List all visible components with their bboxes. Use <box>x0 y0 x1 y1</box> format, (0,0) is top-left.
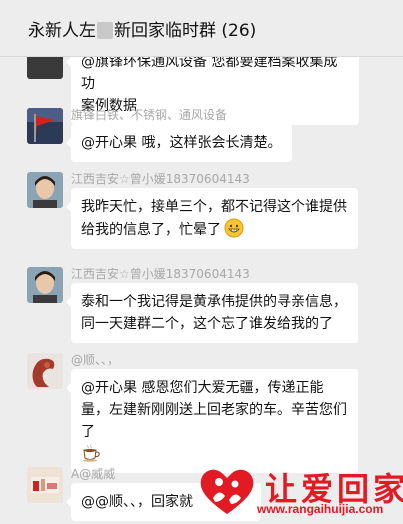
message-bubble[interactable]: 泰和一个我记得是黄承伟提供的寻亲信息，同一天建群二个，这个忘了谁发给我的了 <box>66 283 358 343</box>
title-suffix: 新回家临时群 (26) <box>114 21 257 41</box>
message-bubble[interactable]: @开心果 哦，这样张会长清楚。 <box>66 124 292 162</box>
message-list[interactable]: @旗锋环保通风设备 您都要建档案收集成功 案例数据 旗锋白铁、不锈钢、通风设备 … <box>0 57 403 524</box>
message-bubble[interactable]: @开心果 感恩您们大爱无疆，传递正能量，左建新刚刚送上回老家的车。辛苦您们了 <box>66 369 358 473</box>
watermark-url: www.rangaihuijia.com <box>257 502 384 516</box>
sender-name: 旗锋白铁、不锈钢、通风设备 <box>71 108 228 122</box>
message-text: 泰和一个我记得是黄承伟提供的寻亲信息，同一天建群二个，这个忘了谁发给我的了 <box>81 294 347 332</box>
avatar[interactable] <box>27 353 63 389</box>
blurred-name-mask <box>97 22 113 39</box>
grin-emoji-icon <box>224 218 244 238</box>
avatar-image <box>27 467 63 503</box>
message-line: @旗锋环保通风设备 您都要建档案收集成功 <box>81 57 338 92</box>
avatar-image <box>27 108 63 144</box>
coffee-emoji-icon <box>83 444 100 462</box>
message-item: 江西吉安☆曾小媛18370604143 我昨天忙，接单三个，都不记得这个谁提供给… <box>0 170 403 260</box>
title-prefix: 永新人左 <box>28 21 96 41</box>
avatar[interactable] <box>27 267 63 303</box>
message-item: @顺、、， @开心果 感恩您们大爱无疆，传递正能量，左建新刚刚送上回老家的车。辛… <box>0 351 403 473</box>
message-text: @开心果 哦，这样张会长清楚。 <box>81 135 282 151</box>
sender-name: 江西吉安☆曾小媛18370604143 <box>71 172 250 186</box>
avatar-image <box>27 353 63 389</box>
message-text: @@顺、、，回家就 <box>81 494 193 510</box>
avatar-image <box>27 172 63 208</box>
message-text: 我昨天忙，接单三个，都不记得这个谁提供给我的信息了，忙晕了 <box>81 199 347 238</box>
watermark: 让爱回家 www.rangaihuijia.com <box>195 462 403 518</box>
avatar[interactable] <box>27 57 63 79</box>
chat-title: 永新人左 新回家临时群 (26) <box>28 16 256 41</box>
avatar-image <box>27 267 63 303</box>
avatar[interactable] <box>27 172 63 208</box>
chat-header: 永新人左 新回家临时群 (26) <box>0 0 403 57</box>
message-item: @旗锋环保通风设备 您都要建档案收集成功 案例数据 <box>0 57 403 125</box>
sender-name: A@威威 <box>71 467 116 481</box>
avatar[interactable] <box>27 108 63 144</box>
message-item: 旗锋白铁、不锈钢、通风设备 @开心果 哦，这样张会长清楚。 <box>0 106 403 166</box>
message-item: 江西吉安☆曾小媛18370604143 泰和一个我记得是黄承伟提供的寻亲信息，同… <box>0 265 403 345</box>
sender-name: @顺、、， <box>71 353 120 367</box>
message-bubble[interactable]: 我昨天忙，接单三个，都不记得这个谁提供给我的信息了，忙晕了 <box>66 188 358 249</box>
message-text: @开心果 感恩您们大爱无疆，传递正能量，左建新刚刚送上回老家的车。辛苦您们了 <box>81 380 347 440</box>
sender-name: 江西吉安☆曾小媛18370604143 <box>71 267 250 281</box>
heart-logo-icon <box>200 469 254 514</box>
avatar[interactable] <box>27 467 63 503</box>
